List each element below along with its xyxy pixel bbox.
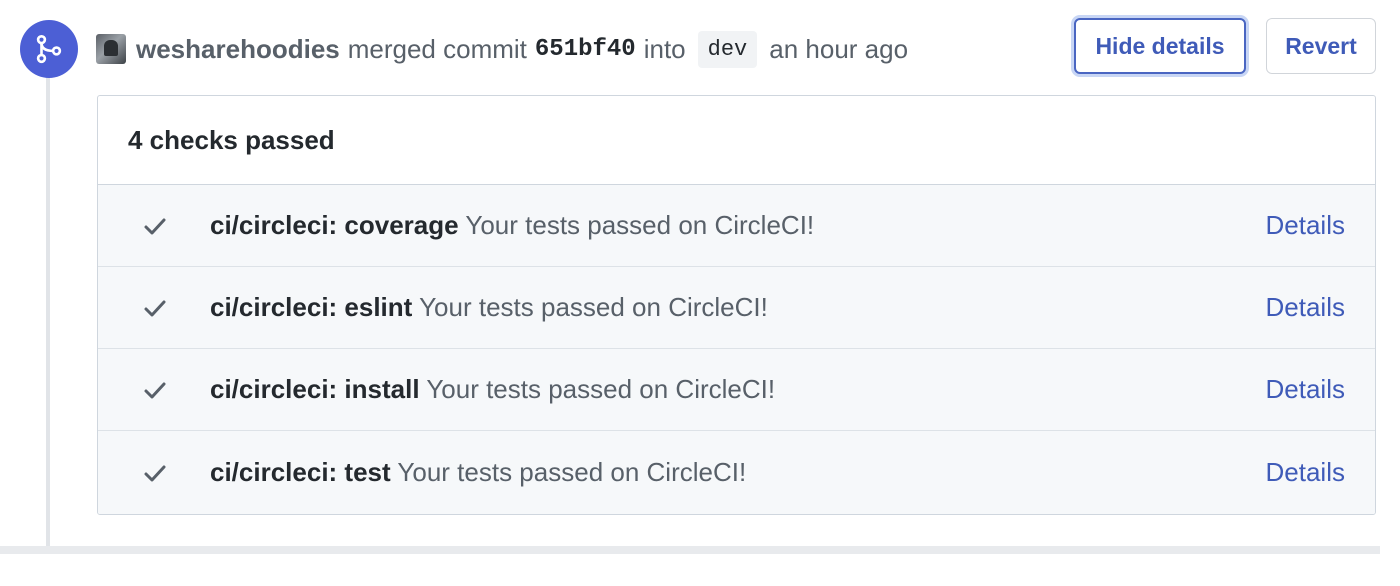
checks-summary: 4 checks passed <box>98 96 1375 185</box>
check-description: Your tests passed on CircleCI! <box>397 457 747 487</box>
check-text: ci/circleci: coverage Your tests passed … <box>210 210 814 241</box>
avatar[interactable] <box>96 34 126 64</box>
check-row: ci/circleci: coverage Your tests passed … <box>98 185 1375 267</box>
event-action: merged commit <box>347 33 527 64</box>
check-icon <box>142 295 168 321</box>
check-row: ci/circleci: eslint Your tests passed on… <box>98 267 1375 349</box>
check-description: Your tests passed on CircleCI! <box>419 292 768 322</box>
check-row: ci/circleci: install Your tests passed o… <box>98 349 1375 431</box>
check-description: Your tests passed on CircleCI! <box>426 374 776 404</box>
merge-badge <box>20 20 78 78</box>
check-name: ci/circleci: install <box>210 374 420 404</box>
check-text: ci/circleci: eslint Your tests passed on… <box>210 292 768 323</box>
check-icon <box>142 377 168 403</box>
check-details-link[interactable]: Details <box>1266 210 1345 241</box>
git-merge-icon <box>36 34 62 64</box>
timeline-footer-divider <box>0 546 1400 586</box>
check-name: ci/circleci: eslint <box>210 292 413 322</box>
merge-event-header: wesharehoodies merged commit 651bf40 int… <box>96 24 908 74</box>
revert-button[interactable]: Revert <box>1266 18 1376 74</box>
check-name: ci/circleci: coverage <box>210 210 459 240</box>
timeline-line <box>46 70 50 546</box>
check-details-link[interactable]: Details <box>1266 457 1345 488</box>
check-icon <box>142 213 168 239</box>
into-label: into <box>643 33 686 64</box>
checks-panel: 4 checks passed ci/circleci: coverage Yo… <box>97 95 1376 515</box>
check-name: ci/circleci: test <box>210 457 391 487</box>
check-details-link[interactable]: Details <box>1266 374 1345 405</box>
check-description: Your tests passed on CircleCI! <box>465 210 815 240</box>
check-icon <box>142 460 168 486</box>
event-timestamp[interactable]: an hour ago <box>769 34 908 65</box>
check-text: ci/circleci: install Your tests passed o… <box>210 374 775 405</box>
branch-name[interactable]: dev <box>697 30 758 68</box>
check-details-link[interactable]: Details <box>1266 292 1345 323</box>
check-text: ci/circleci: test Your tests passed on C… <box>210 457 746 488</box>
hide-details-button[interactable]: Hide details <box>1074 18 1246 74</box>
author-link[interactable]: wesharehoodies <box>136 34 340 65</box>
commit-sha-link[interactable]: 651bf40 <box>535 36 636 63</box>
check-row: ci/circleci: test Your tests passed on C… <box>98 431 1375 514</box>
merge-event-page: wesharehoodies merged commit 651bf40 int… <box>0 0 1400 586</box>
